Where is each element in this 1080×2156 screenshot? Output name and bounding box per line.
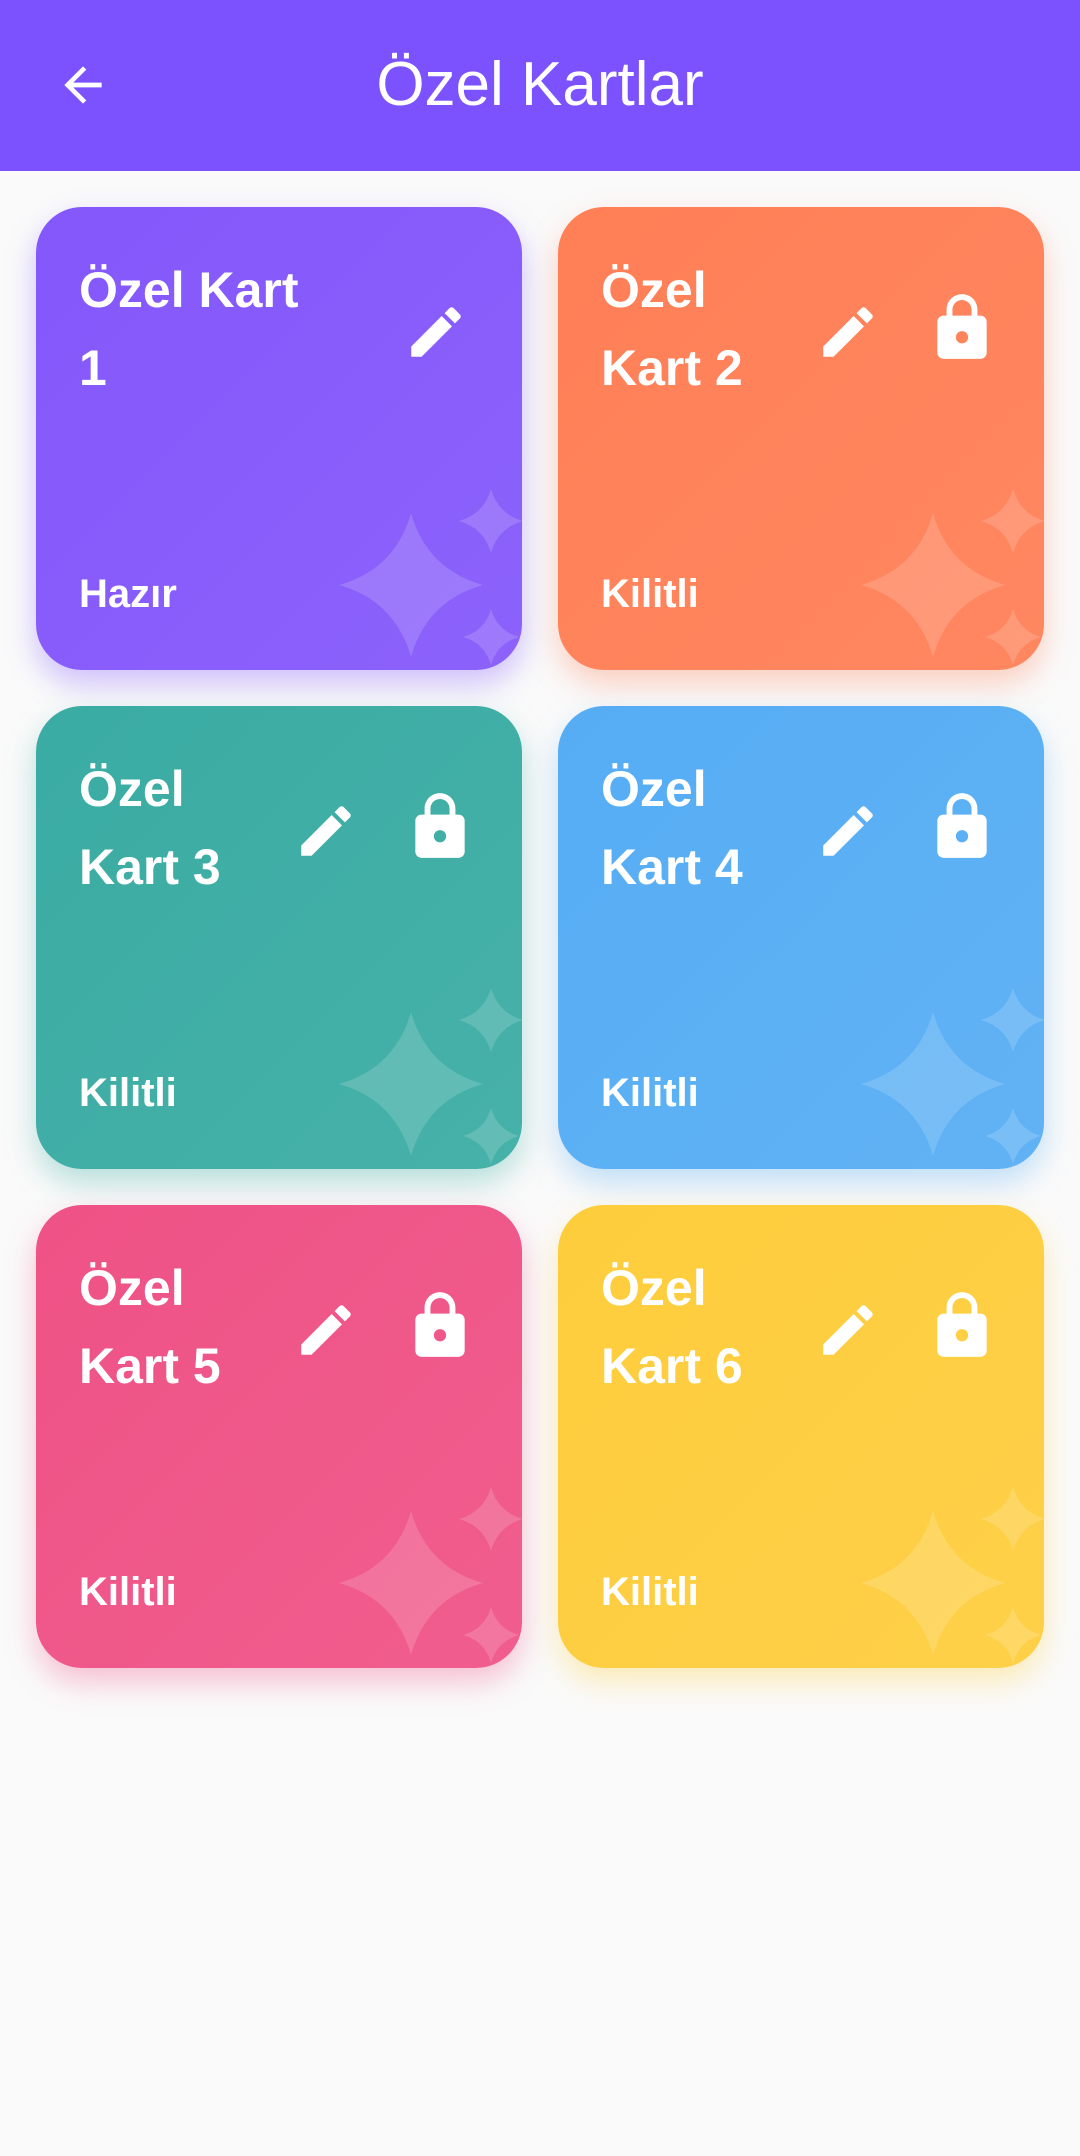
card-status: Kilitli — [79, 1071, 177, 1115]
sparkle-shape — [339, 1511, 483, 1655]
card-status: Kilitli — [601, 1071, 699, 1115]
card-title: Özel Kart 4 — [601, 761, 743, 895]
sparkle-shape — [459, 489, 522, 553]
card-3[interactable]: Özel Kart 3 Kilitli — [36, 706, 522, 1169]
card-status: Kilitli — [601, 1570, 699, 1614]
app-bar: Özel Kartlar — [0, 0, 1080, 171]
sparkle-shape — [861, 513, 1005, 657]
lock-icon — [415, 1292, 465, 1357]
card-status: Kilitli — [79, 1570, 177, 1614]
card-5[interactable]: Özel Kart 5 Kilitli — [36, 1205, 522, 1668]
pencil-icon[interactable] — [293, 1297, 359, 1363]
sparkle-shape — [981, 489, 1044, 553]
card-title: Özel Kart 1 — [79, 262, 299, 396]
sparkle-shape — [339, 513, 483, 657]
pencil-icon[interactable] — [403, 299, 469, 365]
card-title: Özel Kart 6 — [601, 1260, 743, 1394]
sparkle-shape — [985, 1108, 1041, 1164]
pencil-icon[interactable] — [293, 798, 359, 864]
card-title: Özel Kart 5 — [79, 1260, 221, 1394]
sparkle-shape — [985, 1607, 1041, 1663]
pencil-icon[interactable] — [815, 1297, 881, 1363]
sparkle-shape — [463, 609, 519, 665]
lock-icon — [415, 793, 465, 858]
sparkle-shape — [861, 1511, 1005, 1655]
pencil-icon[interactable] — [815, 299, 881, 365]
card-grid: Özel Kart 1 Hazır Özel Kart 2 Kilitli Öz… — [36, 207, 1044, 1668]
sparkle-shape — [981, 1487, 1044, 1551]
lock-icon — [937, 294, 987, 359]
sparkle-shape — [463, 1108, 519, 1164]
sparkle-shape — [459, 988, 522, 1052]
sparkle-shape — [459, 1487, 522, 1551]
sparkle-shape — [861, 1012, 1005, 1156]
page-title: Özel Kartlar — [376, 50, 704, 119]
card-4[interactable]: Özel Kart 4 Kilitli — [558, 706, 1044, 1169]
sparkle-shape — [463, 1607, 519, 1663]
sparkle-shape — [985, 609, 1041, 665]
card-title: Özel Kart 2 — [601, 262, 743, 396]
card-2[interactable]: Özel Kart 2 Kilitli — [558, 207, 1044, 670]
card-title: Özel Kart 3 — [79, 761, 221, 895]
sparkle-shape — [339, 1012, 483, 1156]
card-status: Kilitli — [601, 572, 699, 616]
lock-icon — [937, 1292, 987, 1357]
card-status: Hazır — [79, 572, 177, 616]
pencil-icon[interactable] — [815, 798, 881, 864]
card-6[interactable]: Özel Kart 6 Kilitli — [558, 1205, 1044, 1668]
card-1[interactable]: Özel Kart 1 Hazır — [36, 207, 522, 670]
lock-icon — [937, 793, 987, 858]
sparkle-shape — [981, 988, 1044, 1052]
